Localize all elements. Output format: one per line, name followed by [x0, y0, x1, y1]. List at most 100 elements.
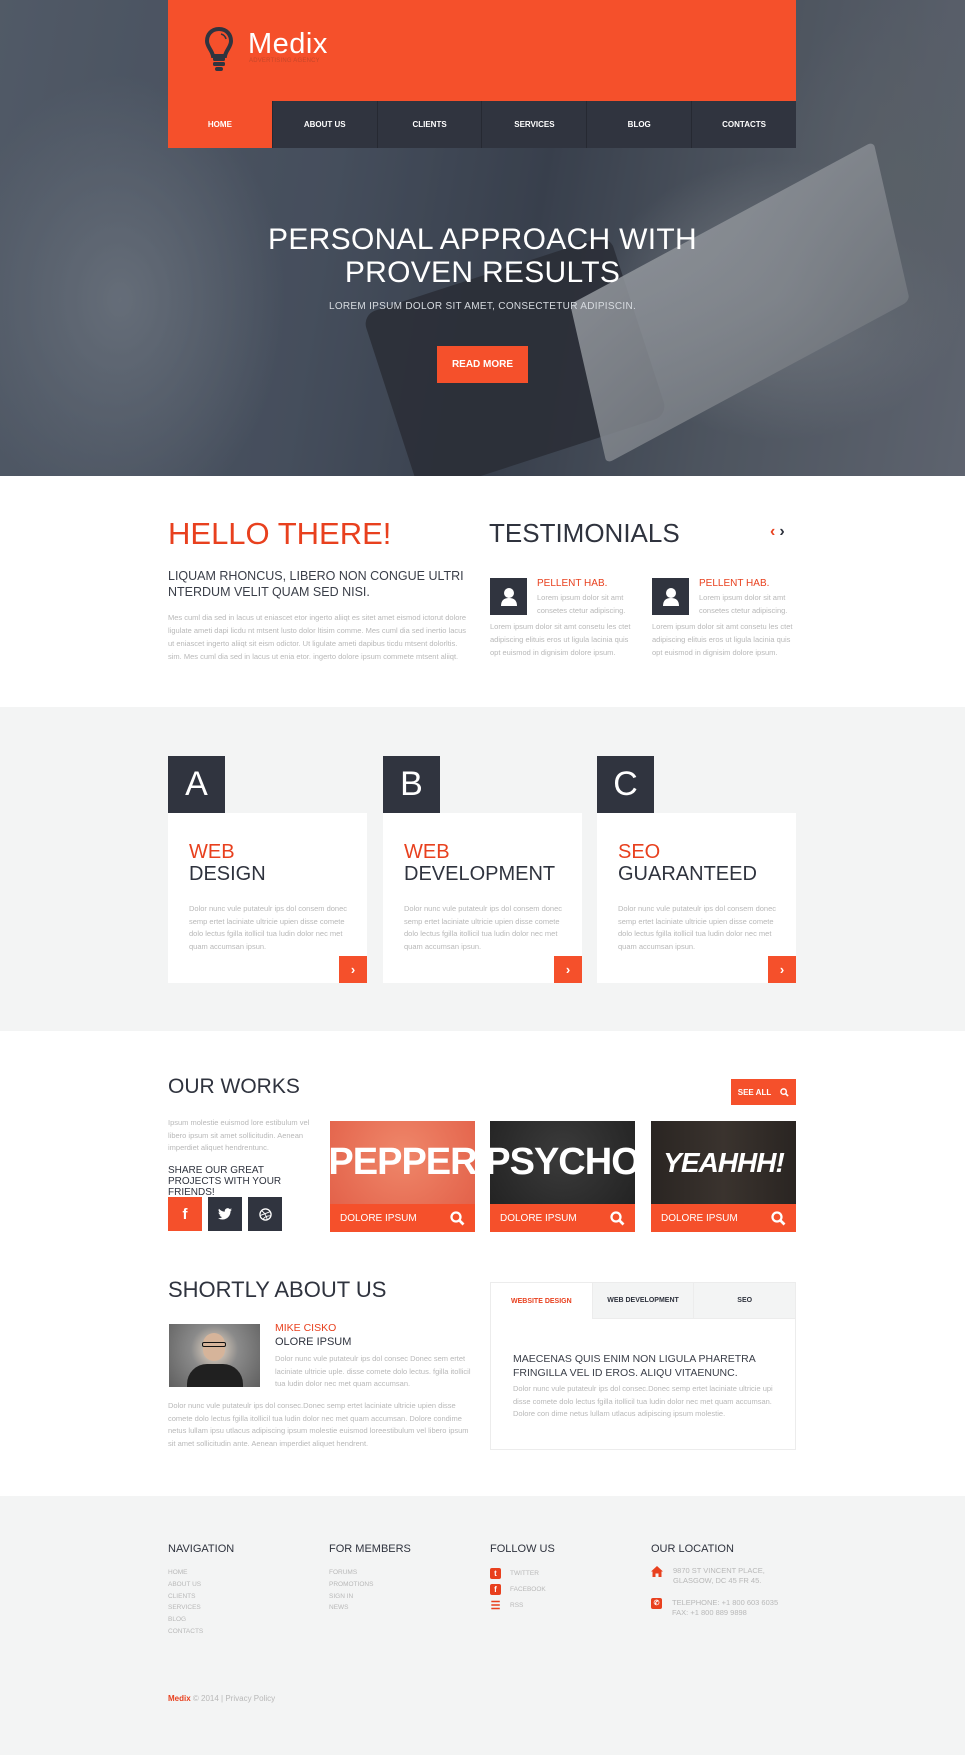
- service-title-accent: WEB: [189, 841, 235, 863]
- footer-navigation: NAVIGATION HOME ABOUT US CLIENTS SERVICE…: [168, 1543, 234, 1638]
- testimonial-short: Lorem ipsum dolor sit amt consetes ctetu…: [537, 593, 626, 615]
- service-more-button[interactable]: ›: [768, 956, 796, 983]
- service-title: GUARANTEED: [618, 863, 757, 885]
- footer-link-services[interactable]: SERVICES: [168, 1602, 234, 1614]
- hello-subtitle: LIQUAM RHONCUS, LIBERO NON CONGUE ULTRI …: [168, 569, 464, 599]
- footer-link-blog[interactable]: BLOG: [168, 1614, 234, 1626]
- chevron-right-icon: ›: [779, 962, 785, 977]
- dribbble-share-button[interactable]: [248, 1197, 282, 1231]
- facebook-icon: f: [182, 1205, 188, 1223]
- hero-title: PERSONAL APPROACH WITH PROVEN RESULTS: [268, 223, 697, 289]
- see-all-button[interactable]: SEE ALL: [731, 1079, 796, 1105]
- phone: ✆ TELEPHONE: +1 800 603 6035 FAX: +1 800 …: [651, 1598, 778, 1618]
- tabs-panel: WEBSITE DESIGN WEB DEVELOPMENT SEO MAECE…: [490, 1282, 796, 1450]
- nav-services[interactable]: SERVICES: [481, 101, 586, 148]
- service-title: DESIGN: [189, 863, 266, 885]
- search-icon: [450, 1210, 465, 1225]
- tab-body: Dolor nunc vule putateulr ips dol consec…: [513, 1384, 773, 1418]
- service-letter: B: [383, 756, 440, 813]
- nav-contacts[interactable]: CONTACTS: [691, 101, 796, 148]
- copyright: Medix © 2014 | Privacy Policy: [168, 1694, 276, 1703]
- work-thumbnail: YEAHHH!: [651, 1121, 796, 1204]
- logo-tagline: ADVERTISING AGENCY: [249, 58, 320, 64]
- footer-link-contacts[interactable]: CONTACTS: [168, 1626, 234, 1638]
- user-avatar-icon: [652, 578, 689, 615]
- service-card-seo: C SEO GUARANTEED Dolor nunc vule putateu…: [597, 756, 796, 983]
- privacy-policy-link[interactable]: Privacy Policy: [225, 1694, 275, 1703]
- user-avatar-icon: [490, 578, 527, 615]
- phone-icon: ✆: [651, 1598, 662, 1609]
- person-photo: [169, 1324, 260, 1387]
- address: 9870 ST VINCENT PLACE, GLASGOW, DC 45 FR …: [651, 1566, 778, 1586]
- logo-name[interactable]: Medix: [248, 28, 328, 61]
- service-card-web-development: B WEB DEVELOPMENT Dolor nunc vule putate…: [383, 756, 582, 983]
- share-heading: SHARE OUR GREAT PROJECTS WITH YOUR FRIEN…: [168, 1165, 282, 1198]
- work-label: DOLORE IPSUM: [340, 1212, 417, 1224]
- footer: [0, 1496, 965, 1755]
- next-arrow-icon[interactable]: ›: [779, 523, 784, 541]
- search-icon: [771, 1210, 786, 1225]
- service-title-accent: WEB: [404, 841, 450, 863]
- person-name: MIKE CISKO: [275, 1322, 337, 1334]
- main-nav: HOME ABOUT US CLIENTS SERVICES BLOG CONT…: [168, 101, 796, 148]
- footer-location: OUR LOCATION 9870 ST VINCENT PLACE, GLASG…: [651, 1543, 779, 1618]
- service-letter: A: [168, 756, 225, 813]
- testimonial-name: PELLENT HAB.: [537, 578, 608, 589]
- facebook-share-button[interactable]: f: [168, 1197, 202, 1231]
- dribbble-icon: [258, 1207, 272, 1221]
- service-card-web-design: A WEB DESIGN Dolor nunc vule putateulr i…: [168, 756, 367, 983]
- service-more-button[interactable]: ›: [554, 956, 582, 983]
- nav-home[interactable]: HOME: [168, 101, 272, 148]
- header-logo-bar: Medix ADVERTISING AGENCY: [168, 0, 796, 101]
- work-thumbnail: PSYCHO: [490, 1121, 635, 1204]
- footer-link-about-us[interactable]: ABOUT US: [168, 1579, 234, 1591]
- nav-about-us[interactable]: ABOUT US: [271, 101, 377, 148]
- nav-blog[interactable]: BLOG: [586, 101, 691, 148]
- testimonial-body: Lorem ipsum dolor sit amt consetu les ct…: [652, 622, 793, 657]
- footer-twitter-link[interactable]: t TWITTER: [490, 1565, 555, 1581]
- service-body: Dolor nunc vule putateulr ips dol consem…: [404, 904, 563, 951]
- prev-arrow-icon[interactable]: ‹: [770, 523, 775, 541]
- testimonial-name: PELLENT HAB.: [699, 578, 770, 589]
- footer-link-forums[interactable]: FORUMS: [329, 1567, 411, 1579]
- footer-facebook-link[interactable]: f FACEBOOK: [490, 1581, 555, 1597]
- twitter-share-button[interactable]: [208, 1197, 242, 1231]
- read-more-button[interactable]: READ MORE: [437, 346, 528, 383]
- home-icon: [651, 1566, 663, 1577]
- work-thumbnail: PEPPER: [330, 1121, 475, 1204]
- facebook-icon: f: [490, 1583, 501, 1595]
- hello-body: Mes cuml dia sed in lacus ut eniascet et…: [168, 613, 467, 661]
- footer-link-news[interactable]: NEWS: [329, 1602, 411, 1614]
- tab-web-development[interactable]: WEB DEVELOPMENT: [591, 1283, 694, 1319]
- twitter-icon: [218, 1208, 232, 1220]
- work-item[interactable]: YEAHHH! DOLORE IPSUM: [651, 1121, 796, 1232]
- work-item[interactable]: PEPPER DOLORE IPSUM: [330, 1121, 475, 1232]
- service-title: DEVELOPMENT: [404, 863, 556, 885]
- work-item[interactable]: PSYCHO DOLORE IPSUM: [490, 1121, 635, 1232]
- footer-link-clients[interactable]: CLIENTS: [168, 1591, 234, 1603]
- service-more-button[interactable]: ›: [339, 956, 367, 983]
- footer-link-home[interactable]: HOME: [168, 1567, 234, 1579]
- search-icon: [610, 1210, 625, 1225]
- twitter-icon: t: [490, 1567, 501, 1579]
- work-label: DOLORE IPSUM: [661, 1212, 738, 1224]
- footer-members: FOR MEMBERS FORUMS PROMOTIONS SIGN IN NE…: [329, 1543, 411, 1614]
- copyright-brand: Medix: [168, 1694, 191, 1703]
- chevron-right-icon: ›: [350, 962, 356, 977]
- service-title-accent: SEO: [618, 841, 661, 863]
- nav-clients[interactable]: CLIENTS: [376, 101, 482, 148]
- tab-website-design[interactable]: WEBSITE DESIGN: [491, 1283, 592, 1319]
- works-body: Ipsum molestie euismod lore estibulum ve…: [168, 1118, 310, 1152]
- rss-icon: ☰: [490, 1599, 501, 1612]
- about-title: SHORTLY ABOUT US: [168, 1277, 387, 1302]
- tab-seo[interactable]: SEO: [693, 1283, 796, 1319]
- footer-link-promotions[interactable]: PROMOTIONS: [329, 1579, 411, 1591]
- chevron-right-icon: ›: [565, 962, 571, 977]
- about-body: Dolor nunc vule putateulr ips dol consec…: [168, 1401, 469, 1448]
- tab-heading: MAECENAS QUIS ENIM NON LIGULA PHARETRA F…: [513, 1353, 756, 1379]
- footer-rss-link[interactable]: ☰ RSS: [490, 1597, 555, 1613]
- person-body: Dolor nunc vule putateulr ips dol consec…: [275, 1354, 471, 1388]
- service-body: Dolor nunc vule putateulr ips dol consem…: [189, 904, 348, 951]
- testimonial-short: Lorem ipsum dolor sit amt consetes ctetu…: [699, 593, 788, 615]
- footer-link-sign-in[interactable]: SIGN IN: [329, 1591, 411, 1603]
